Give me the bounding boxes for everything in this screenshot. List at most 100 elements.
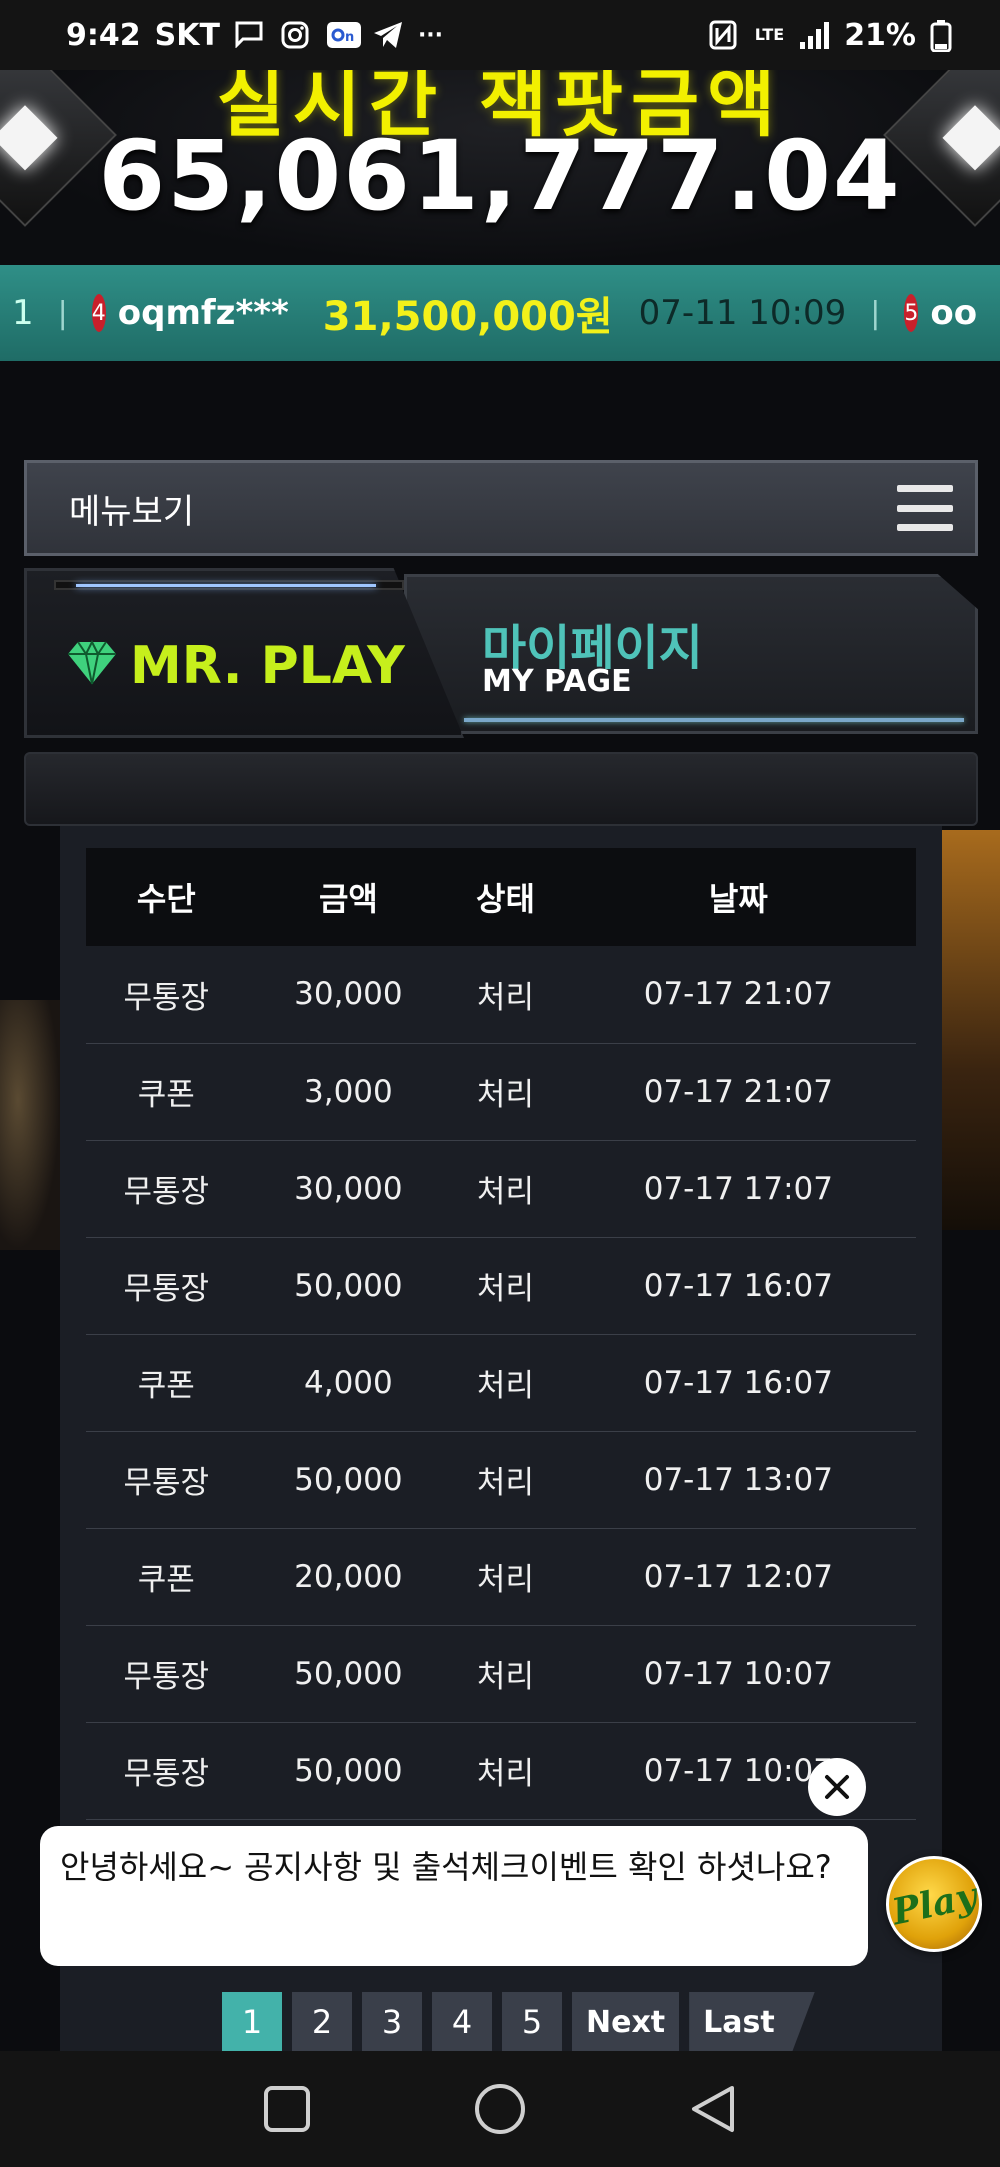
cell-status: 처리 [450, 1237, 561, 1335]
cell-method: 쿠폰 [86, 1528, 247, 1626]
table-row: 무통장 50,000 처리 07-17 13:07 [86, 1431, 916, 1529]
cell-status: 처리 [450, 946, 561, 1044]
ticker-separator: | [870, 295, 881, 331]
content-shelf [24, 752, 978, 826]
cell-method: 무통장 [86, 1140, 247, 1238]
instagram-icon [280, 20, 312, 50]
table-row: 무통장 30,000 처리 07-17 21:07 [86, 946, 916, 1044]
cell-amount: 50,000 [246, 1237, 451, 1335]
side-artwork-left [0, 1000, 60, 1250]
status-bar: 9:42 SKT n ··· LTE 21% [0, 0, 1000, 70]
cell-date: 07-17 10:07 [560, 1722, 916, 1820]
cell-amount: 30,000 [246, 1140, 451, 1238]
rank-badge: 4 [91, 294, 106, 332]
cell-method: 쿠폰 [86, 1043, 247, 1141]
chat-message-bubble[interactable]: 안녕하세요~ 공지사항 및 출석체크이벤트 확인 하셧나요? [40, 1826, 868, 1966]
cell-date: 07-17 12:07 [560, 1528, 916, 1626]
cell-amount: 50,000 [246, 1722, 451, 1820]
message-icon [234, 20, 266, 50]
cell-date: 07-17 10:07 [560, 1625, 916, 1723]
cell-status: 처리 [450, 1043, 561, 1141]
chat-close-button[interactable] [808, 1758, 866, 1816]
page-button-1[interactable]: 1 [222, 1992, 282, 2052]
column-header: 날짜 [560, 848, 916, 946]
cell-method: 무통장 [86, 1722, 247, 1820]
cell-status: 처리 [450, 1625, 561, 1723]
cell-method: 쿠폰 [86, 1334, 247, 1432]
ticker-user: oqmfz*** [117, 293, 289, 333]
banner-light-rail [54, 580, 404, 590]
banner-underline [464, 718, 964, 722]
cell-date: 07-17 16:07 [560, 1334, 916, 1432]
table-header-row: 수단 금액 상태 날짜 [86, 848, 916, 946]
page-button-5[interactable]: 5 [502, 1992, 562, 2052]
chat-message-text: 안녕하세요~ 공지사항 및 출석체크이벤트 확인 하셧나요? [60, 1848, 832, 1886]
menu-bar[interactable]: 메뉴보기 [24, 460, 978, 556]
cell-status: 처리 [450, 1528, 561, 1626]
last-page-button[interactable]: Last [689, 1992, 815, 2052]
page-subtitle: MY PAGE [482, 664, 632, 699]
close-icon [825, 1775, 849, 1799]
ticker-prev-partial: 1 [12, 293, 34, 333]
battery-icon [930, 20, 962, 53]
page-button-2[interactable]: 2 [292, 1992, 352, 2052]
battery-percent: 21% [844, 17, 916, 53]
network-type: LTE [754, 25, 785, 44]
cell-date: 07-17 21:07 [560, 946, 916, 1044]
page-button-4[interactable]: 4 [432, 1992, 492, 2052]
jackpot-banner: 실시간 잭팟금액 65,061,777.04 [0, 70, 1000, 265]
cell-amount: 3,000 [246, 1043, 451, 1141]
table-row: 무통장 30,000 처리 07-17 17:07 [86, 1140, 916, 1238]
page-button-3[interactable]: 3 [362, 1992, 422, 2052]
next-page-button[interactable]: Next [572, 1992, 680, 2052]
ticker-user-partial: oo [930, 293, 978, 333]
winner-ticker: 1 | 4 oqmfz*** 31,500,000원 07-11 10:09 |… [0, 265, 1000, 361]
ticker-amount: 31,500,000원 [322, 294, 613, 340]
svg-text:n: n [345, 30, 354, 45]
cell-status: 처리 [450, 1334, 561, 1432]
hamburger-menu-icon[interactable] [897, 485, 953, 531]
cell-status: 처리 [450, 1140, 561, 1238]
chat-launcher-avatar[interactable]: Play [886, 1856, 982, 1952]
ticker-separator: | [57, 295, 68, 331]
cell-amount: 50,000 [246, 1625, 451, 1723]
table-row: 쿠폰 20,000 처리 07-17 12:07 [86, 1528, 916, 1626]
table-row: 쿠폰 3,000 처리 07-17 21:07 [86, 1043, 916, 1141]
avatar-logo-text: Play [888, 1874, 980, 1934]
cell-date: 07-17 13:07 [560, 1431, 916, 1529]
jackpot-amount: 65,061,777.04 [98, 120, 902, 232]
cell-amount: 20,000 [246, 1528, 451, 1626]
column-header: 상태 [450, 848, 561, 946]
brand-logo[interactable]: MR. PLAY [130, 636, 405, 696]
system-navigation-bar [0, 2051, 1000, 2167]
cell-amount: 50,000 [246, 1431, 451, 1529]
cell-method: 무통장 [86, 946, 247, 1044]
table-row: 무통장 50,000 처리 07-17 10:07 [86, 1625, 916, 1723]
cell-date: 07-17 17:07 [560, 1140, 916, 1238]
back-icon[interactable] [681, 2077, 745, 2141]
history-table: 수단 금액 상태 날짜 무통장 30,000 처리 07-17 21:07 쿠폰… [86, 848, 916, 1820]
rank-badge: 5 [904, 294, 919, 332]
recent-apps-icon[interactable] [255, 2077, 319, 2141]
cell-method: 무통장 [86, 1237, 247, 1335]
table-row: 쿠폰 4,000 처리 07-17 16:07 [86, 1334, 916, 1432]
cell-date: 07-17 21:07 [560, 1043, 916, 1141]
cell-method: 무통장 [86, 1625, 247, 1723]
menu-label[interactable]: 메뉴보기 [69, 484, 194, 533]
more-notifications-icon: ··· [417, 22, 444, 48]
cell-amount: 4,000 [246, 1334, 451, 1432]
cell-date: 07-17 16:07 [560, 1237, 916, 1335]
home-icon[interactable] [468, 2077, 532, 2141]
cell-amount: 30,000 [246, 946, 451, 1044]
telegram-icon [372, 20, 404, 50]
signal-icon [798, 20, 830, 50]
cell-status: 처리 [450, 1431, 561, 1529]
table-row: 무통장 50,000 처리 07-17 10:07 [86, 1722, 916, 1820]
table-row: 무통장 50,000 처리 07-17 16:07 [86, 1237, 916, 1335]
cell-method: 무통장 [86, 1431, 247, 1529]
page-banner: MR. PLAY 마이페이지 MY PAGE [24, 568, 978, 738]
column-header: 수단 [86, 848, 247, 946]
side-artwork-right [940, 830, 1000, 1230]
cell-status: 처리 [450, 1722, 561, 1820]
pagination: 1 2 3 4 5 Next Last [222, 1992, 815, 2052]
